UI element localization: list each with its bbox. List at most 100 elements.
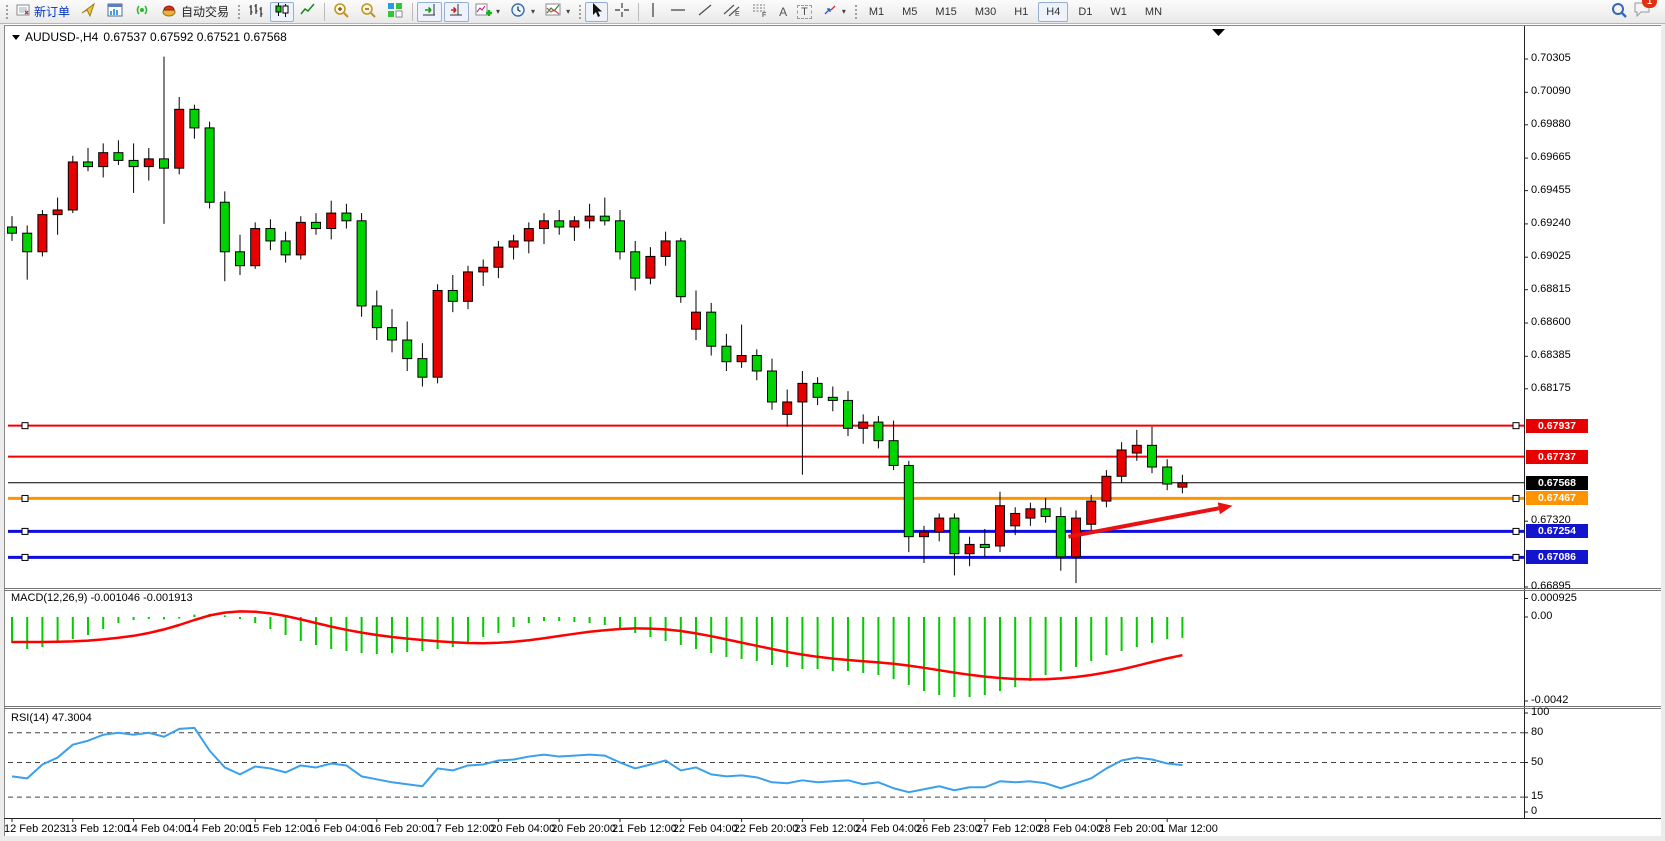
channel-tool-button[interactable]: E [719, 2, 745, 22]
candle [950, 518, 959, 554]
bar-chart-button[interactable] [244, 2, 268, 22]
chart-shift-button[interactable] [444, 2, 469, 22]
price-line-badge: 0.67467 [1526, 491, 1588, 505]
timeframe-button-w1[interactable]: W1 [1102, 2, 1135, 22]
symbol-dropdown-icon[interactable] [12, 35, 20, 40]
chart-window[interactable]: AUDUSD-,H4 0.67537 0.67592 0.67521 0.675… [0, 24, 1665, 841]
timeframe-button-h4[interactable]: H4 [1038, 2, 1068, 22]
candle [1117, 450, 1126, 476]
price-axis-tick: 0.69240 [1531, 217, 1571, 229]
timeframe-label: D1 [1074, 6, 1096, 18]
toolbar-grip[interactable] [236, 3, 241, 21]
candle [1087, 501, 1096, 524]
vertical-line-icon [647, 2, 659, 21]
template-icon [545, 2, 562, 21]
timeframe-button-mn[interactable]: MN [1137, 2, 1170, 22]
candle [1102, 476, 1111, 501]
candle [342, 213, 351, 221]
candle [996, 506, 1005, 546]
time-axis-label: 20 Feb 20:00 [551, 823, 616, 835]
candle [99, 153, 108, 167]
chart-window-button[interactable] [103, 2, 128, 22]
signals-button[interactable] [130, 2, 155, 22]
dropdown-caret-icon: ▾ [566, 7, 570, 16]
timeframe-button-h1[interactable]: H1 [1006, 2, 1036, 22]
candle [844, 400, 853, 428]
periods-button[interactable]: ▾ [506, 2, 539, 22]
candle [859, 422, 868, 428]
timeframe-button-m1[interactable]: M1 [861, 2, 892, 22]
svg-text:F: F [762, 12, 766, 18]
toolbar-separator [412, 3, 413, 21]
time-axis-label: 14 Feb 04:00 [126, 823, 191, 835]
candle [1056, 517, 1065, 557]
candle [1026, 509, 1035, 518]
candlestick-chart-button[interactable] [270, 2, 294, 22]
clock-icon [510, 2, 527, 21]
indicators-button[interactable]: ▾ [471, 2, 504, 22]
time-axis-label: 16 Feb 20:00 [369, 823, 434, 835]
text-tool-button[interactable]: A [775, 2, 791, 22]
horizontal-line-tool-button[interactable] [665, 2, 691, 22]
zoom-in-icon [333, 2, 350, 21]
price-line-badge: 0.67568 [1526, 476, 1588, 490]
fibonacci-tool-button[interactable]: F [747, 2, 773, 22]
candle [874, 422, 883, 441]
price-axis-tick: 0.69455 [1531, 184, 1571, 196]
cursor-icon [589, 2, 604, 21]
chart-window-icon [107, 2, 124, 21]
toolbar-grip[interactable] [577, 3, 582, 21]
vertical-line-tool-button[interactable] [643, 2, 663, 22]
text-label-tool-button[interactable]: T [793, 2, 816, 22]
timeframe-label: MN [1141, 6, 1166, 18]
price-axis-tick: 0.68385 [1531, 349, 1571, 361]
time-axis-label: 14 Feb 20:00 [186, 823, 251, 835]
candle [357, 221, 366, 306]
crosshair-button[interactable] [610, 2, 634, 22]
time-axis-label: 20 Feb 04:00 [490, 823, 555, 835]
candle [372, 306, 381, 328]
cursor-button[interactable] [585, 2, 608, 22]
candle [904, 465, 913, 536]
chart-canvas[interactable] [0, 24, 1665, 841]
time-axis-label: 28 Feb 20:00 [1098, 823, 1163, 835]
candle [722, 346, 731, 361]
time-axis-label: 24 Feb 04:00 [855, 823, 920, 835]
search-button[interactable] [1606, 2, 1632, 22]
price-line-badge: 0.67937 [1526, 419, 1588, 433]
toolbar-grip[interactable] [4, 3, 9, 21]
candle [1178, 483, 1187, 487]
auto-trading-icon [161, 2, 178, 21]
rsi-axis-tick: 100 [1531, 706, 1549, 718]
timeframe-button-m5[interactable]: M5 [894, 2, 925, 22]
time-axis-label: 22 Feb 04:00 [673, 823, 738, 835]
new-order-button[interactable]: 新订单 [12, 2, 74, 22]
candle [23, 233, 32, 252]
timeframe-button-m30[interactable]: M30 [967, 2, 1004, 22]
candle [920, 532, 929, 537]
chart-symbol-period: AUDUSD-,H4 [25, 30, 98, 44]
line-chart-button[interactable] [296, 2, 320, 22]
auto-trading-button[interactable]: 自动交易 [157, 2, 233, 22]
candle [38, 215, 47, 252]
zoom-out-button[interactable] [356, 2, 381, 22]
arrows-tool-button[interactable]: ▾ [818, 2, 850, 22]
trendline-tool-button[interactable] [693, 2, 717, 22]
quick-trade-button[interactable] [76, 2, 101, 22]
timeframe-button-m15[interactable]: M15 [927, 2, 964, 22]
candle [160, 159, 169, 168]
time-axis-label: 26 Feb 23:00 [916, 823, 981, 835]
time-axis-label: 17 Feb 12:00 [430, 823, 495, 835]
tile-windows-button[interactable] [383, 2, 408, 22]
candle [251, 229, 260, 266]
notifications-button[interactable]: 1 [1633, 0, 1653, 23]
chart-title[interactable]: AUDUSD-,H4 0.67537 0.67592 0.67521 0.675… [12, 30, 287, 44]
templates-button[interactable]: ▾ [541, 2, 574, 22]
toolbar-grip[interactable] [853, 3, 858, 21]
time-axis-label: 21 Feb 12:00 [612, 823, 677, 835]
timeframe-label: H1 [1010, 6, 1032, 18]
timeframe-button-d1[interactable]: D1 [1070, 2, 1100, 22]
zoom-in-button[interactable] [329, 2, 354, 22]
candle [494, 247, 503, 267]
auto-scroll-button[interactable] [417, 2, 442, 22]
